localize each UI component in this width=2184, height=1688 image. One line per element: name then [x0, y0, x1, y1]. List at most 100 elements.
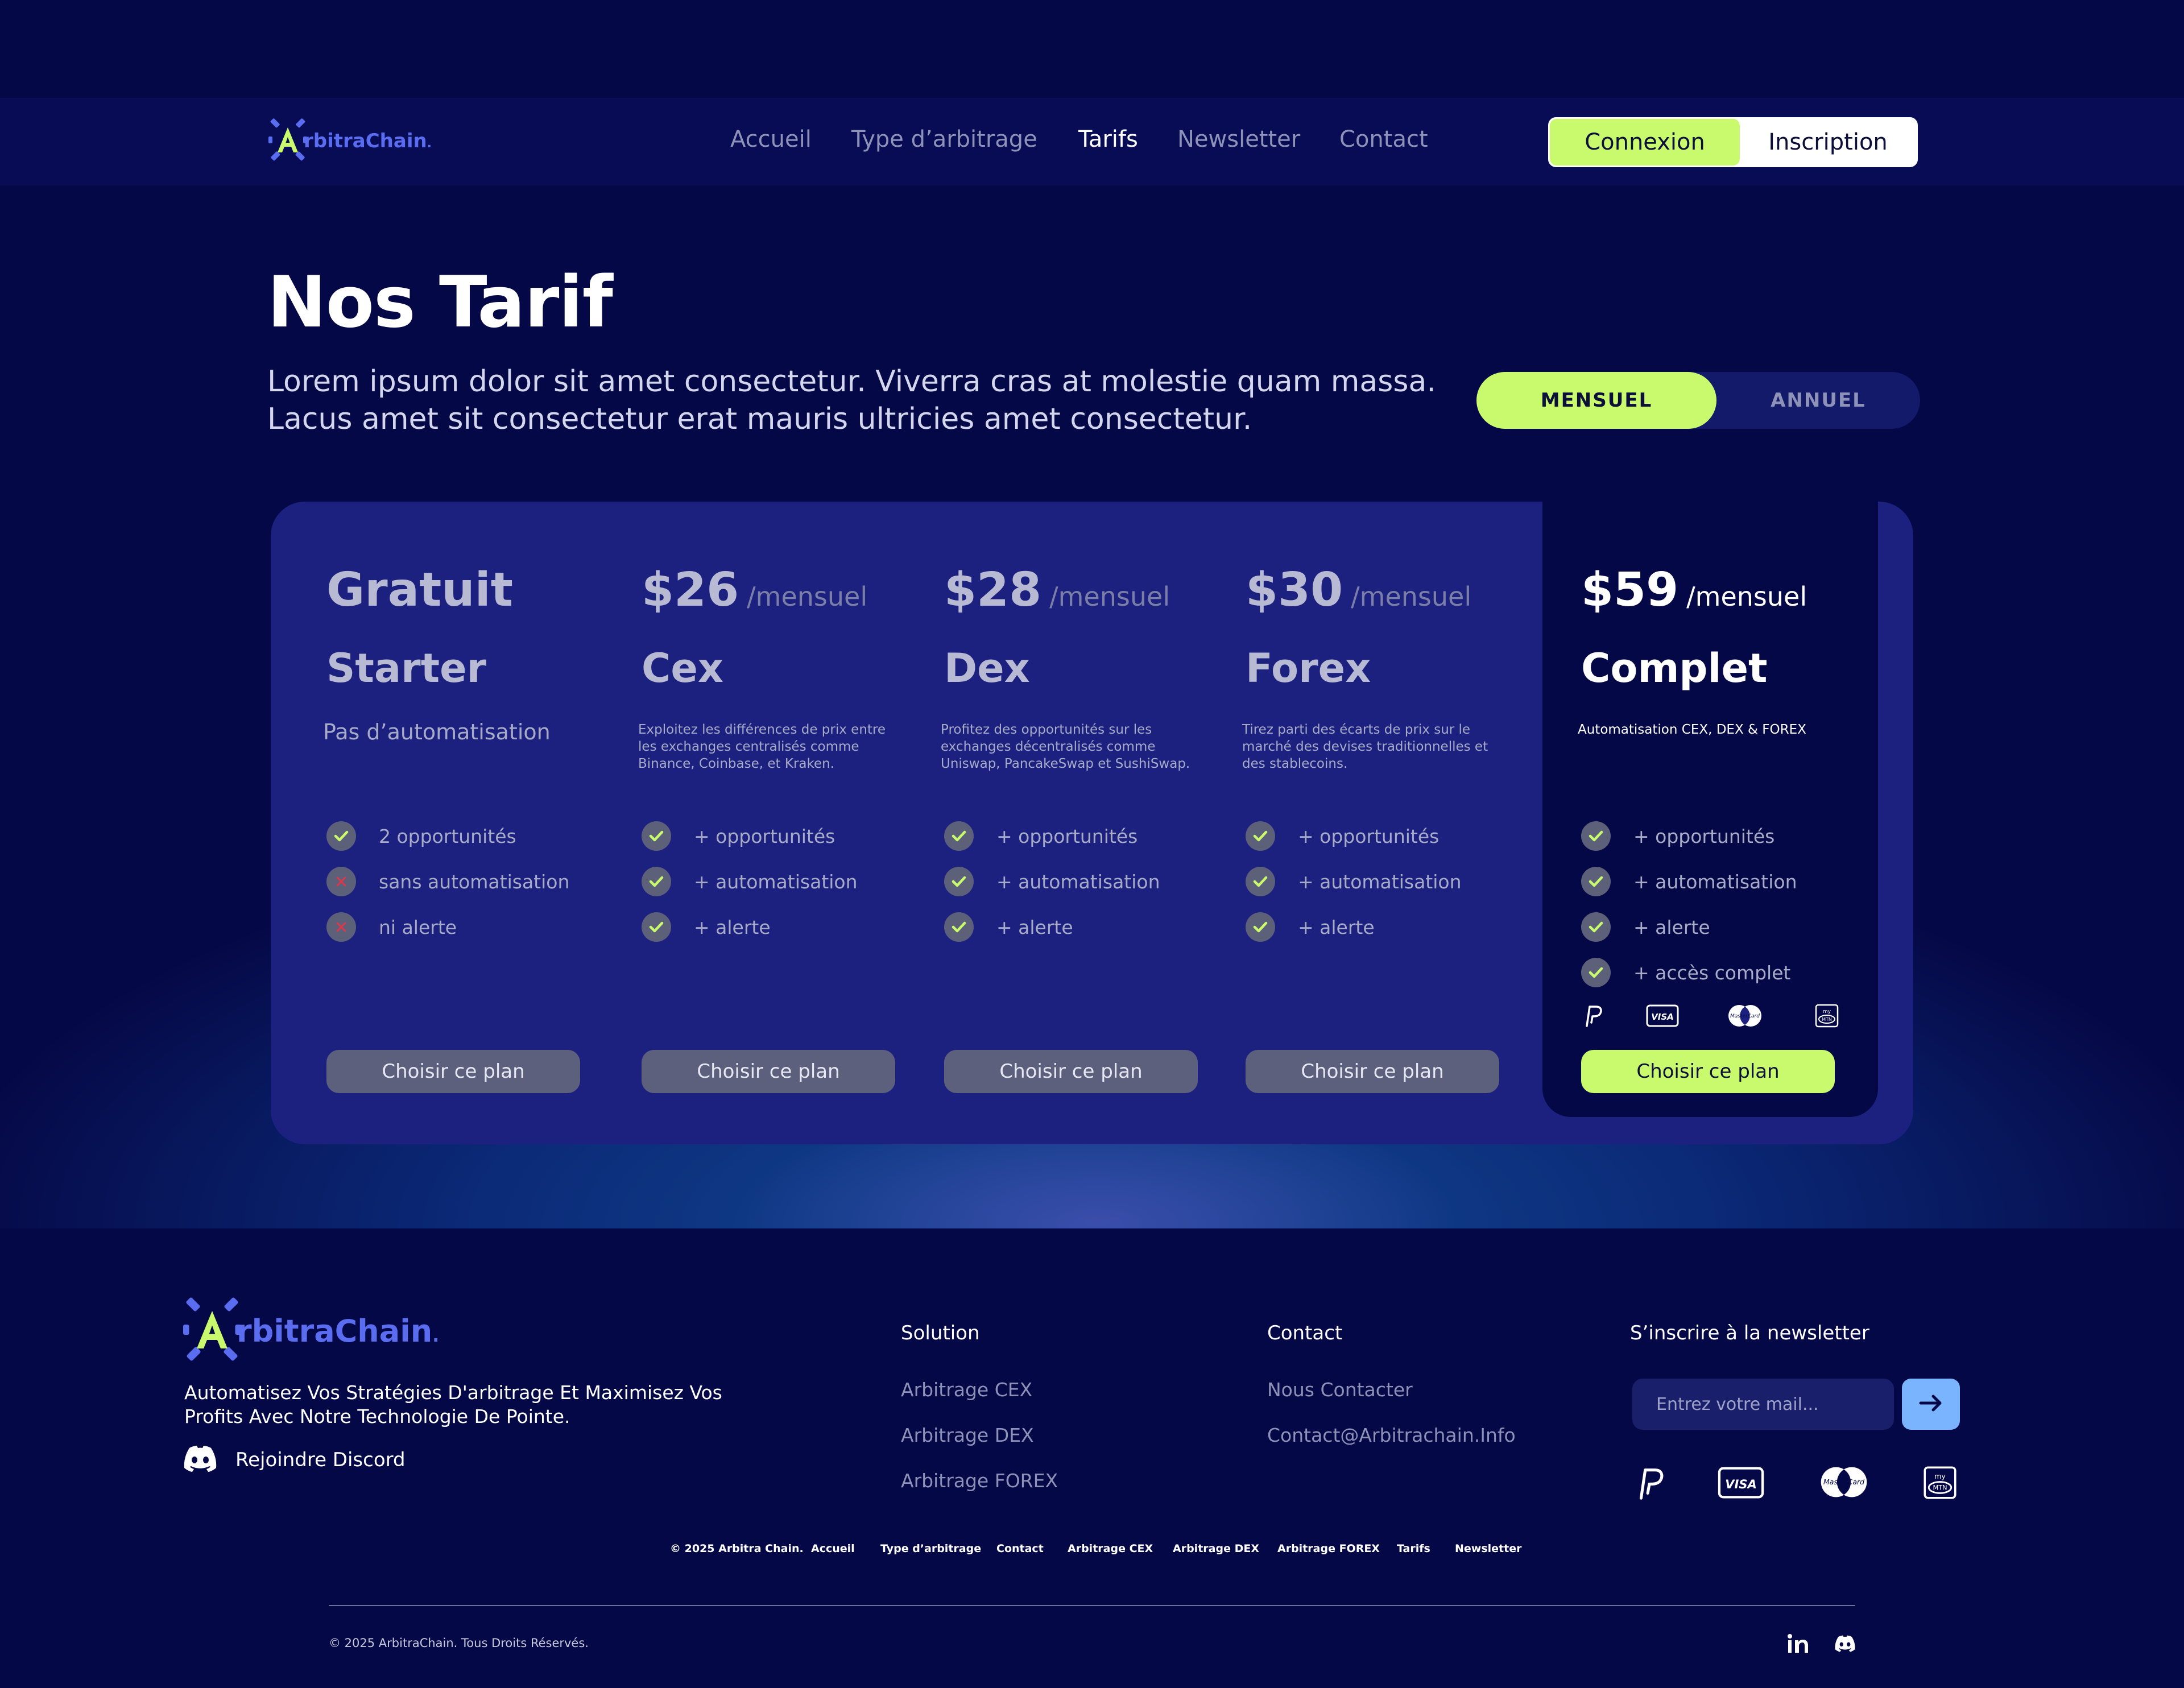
discord-label: Rejoindre Discord — [235, 1449, 406, 1471]
nav-link-accueil[interactable]: Accueil — [730, 126, 812, 152]
choose-plan-button-starter[interactable]: Choisir ce plan — [326, 1050, 580, 1093]
billing-yearly-option[interactable]: ANNUEL — [1716, 372, 1920, 429]
visa-icon: VISA — [1646, 1003, 1679, 1028]
feature-text: + alerte — [1298, 916, 1375, 938]
check-icon — [642, 867, 671, 896]
feature-text: ni alerte — [379, 916, 457, 938]
nav-link-tarifs[interactable]: Tarifs — [1078, 126, 1138, 152]
join-discord-link[interactable]: Rejoindre Discord — [182, 1445, 406, 1475]
footer-bottom-link-type-arbitrage[interactable]: Type d’arbitrage — [880, 1542, 981, 1555]
plan-feature-list: + opportunités + automatisation + alerte — [1246, 813, 1462, 950]
choose-plan-button-dex[interactable]: Choisir ce plan — [944, 1050, 1198, 1093]
feature-text: + opportunités — [996, 825, 1138, 847]
footer-bottom-link-arbitrage-forex[interactable]: Arbitrage FOREX — [1277, 1542, 1380, 1555]
plan-price-value: $28 — [944, 563, 1042, 617]
login-button[interactable]: Connexion — [1550, 119, 1740, 166]
newsletter-email-input[interactable] — [1632, 1379, 1894, 1430]
feature-item: + alerte — [944, 904, 1160, 950]
footer-bottom-link-accueil[interactable]: Accueil — [811, 1542, 855, 1555]
nav-link-contact[interactable]: Contact — [1339, 126, 1428, 152]
feature-text: + automatisation — [1298, 870, 1462, 893]
check-icon — [1581, 958, 1611, 987]
auth-button-group: Connexion Inscription — [1548, 117, 1918, 167]
paypal-icon — [1632, 1465, 1666, 1501]
plan-name: Starter — [326, 645, 487, 692]
mtn-momo-icon: my MTN — [1814, 1003, 1839, 1028]
choose-plan-button-forex[interactable]: Choisir ce plan — [1246, 1050, 1499, 1093]
feature-text: + alerte — [996, 916, 1073, 938]
feature-text: 2 opportunités — [379, 825, 516, 847]
footer-tagline: Automatisez Vos Stratégies D'arbitrage E… — [184, 1381, 722, 1428]
page-title: Nos Tarif — [267, 262, 613, 344]
footer-newsletter-title: S’inscrire à la newsletter — [1630, 1322, 1869, 1344]
plan-description: Profitez des opportunités sur les exchan… — [941, 722, 1190, 771]
svg-text:MTN: MTN — [1933, 1484, 1947, 1492]
plan-price: Gratuit — [326, 563, 513, 617]
check-icon — [944, 867, 974, 896]
plan-feature-list: + opportunités + automatisation + alerte — [944, 813, 1160, 950]
feature-text: + opportunités — [1633, 825, 1775, 847]
feature-item: + automatisation — [1581, 859, 1797, 904]
visa-icon: VISA — [1718, 1465, 1764, 1500]
plan-description: Automatisation CEX, DEX & FOREX — [1578, 722, 1806, 737]
footer-link-arbitrage-forex[interactable]: Arbitrage FOREX — [901, 1470, 1058, 1492]
plan-period: /mensuel — [747, 581, 868, 612]
check-icon — [1246, 867, 1275, 896]
brand-logo[interactable]: rbitraChain. — [268, 118, 432, 164]
discord-icon[interactable] — [1834, 1635, 1856, 1655]
footer-link-arbitrage-cex[interactable]: Arbitrage CEX — [901, 1379, 1032, 1401]
plan-price-value: $59 — [1581, 563, 1679, 617]
arrow-right-icon — [1918, 1393, 1943, 1416]
nav-link-type-arbitrage[interactable]: Type d’arbitrage — [851, 126, 1037, 152]
footer-contact-title: Contact — [1267, 1322, 1343, 1344]
plan-description: Tirez parti des écarts de prix sur le ma… — [1242, 722, 1488, 771]
footer-brand-logo[interactable]: rbitraChain. — [183, 1297, 439, 1365]
plan-price-value: $30 — [1246, 563, 1343, 617]
brand-dot: . — [427, 136, 432, 151]
cross-icon — [326, 867, 356, 896]
subtitle-line: Lacus amet sit consectetur erat mauris u… — [267, 402, 1252, 436]
check-icon — [326, 821, 356, 851]
signup-button[interactable]: Inscription — [1740, 119, 1916, 166]
newsletter-submit-button[interactable] — [1902, 1379, 1960, 1430]
check-icon — [642, 912, 671, 942]
footer-bottom-link-arbitrage-cex[interactable]: Arbitrage CEX — [1068, 1542, 1153, 1555]
nav-link-newsletter[interactable]: Newsletter — [1177, 126, 1300, 152]
footer-link-contact-email[interactable]: Contact@Arbitrachain.Info — [1267, 1424, 1516, 1446]
svg-text:my: my — [1823, 1009, 1831, 1015]
feature-text: + alerte — [1633, 916, 1710, 938]
feature-item: + automatisation — [642, 859, 858, 904]
plan-period: /mensuel — [1049, 581, 1170, 612]
mastercard-icon: MasterCard — [1724, 1002, 1765, 1029]
feature-item: + opportunités — [1581, 813, 1797, 859]
feature-item: + accès complet — [1581, 950, 1797, 995]
footer-link-contact-us[interactable]: Nous Contacter — [1267, 1379, 1413, 1401]
feature-text: + opportunités — [694, 825, 835, 847]
brand-name: rbitraChain — [304, 130, 427, 152]
footer-bottom-link-arbitrage-dex[interactable]: Arbitrage DEX — [1173, 1542, 1259, 1555]
feature-item: ni alerte — [326, 904, 569, 950]
footer-bottom-link-contact[interactable]: Contact — [996, 1542, 1044, 1555]
plan-price: $59/mensuel — [1581, 563, 1807, 617]
svg-text:MTN: MTN — [1822, 1017, 1832, 1022]
feature-item: + opportunités — [944, 813, 1160, 859]
choose-plan-button-cex[interactable]: Choisir ce plan — [642, 1050, 895, 1093]
plan-feature-list: + opportunités + automatisation + alerte — [642, 813, 858, 950]
footer-bottom-link-tarifs[interactable]: Tarifs — [1397, 1542, 1430, 1555]
billing-monthly-option[interactable]: MENSUEL — [1476, 372, 1716, 429]
plan-name: Dex — [944, 645, 1030, 692]
footer-link-arbitrage-dex[interactable]: Arbitrage DEX — [901, 1424, 1034, 1446]
footer-bottom-links: © 2025 Arbitra Chain. Accueil Type d’arb… — [0, 1542, 2184, 1559]
choose-plan-button-complet[interactable]: Choisir ce plan — [1581, 1050, 1835, 1093]
feature-item: + alerte — [1246, 904, 1462, 950]
feature-item: + automatisation — [944, 859, 1160, 904]
feature-text: + accès complet — [1633, 961, 1791, 984]
feature-item: sans automatisation — [326, 859, 569, 904]
linkedin-icon[interactable] — [1787, 1633, 1810, 1656]
paypal-icon — [1581, 1003, 1604, 1028]
footer-bottom-link-newsletter[interactable]: Newsletter — [1455, 1542, 1521, 1555]
feature-item: + automatisation — [1246, 859, 1462, 904]
feature-item: + opportunités — [642, 813, 858, 859]
copyright-text: © 2025 ArbitraChain. Tous Droits Réservé… — [329, 1636, 589, 1650]
mtn-momo-icon: my MTN — [1922, 1465, 1958, 1500]
